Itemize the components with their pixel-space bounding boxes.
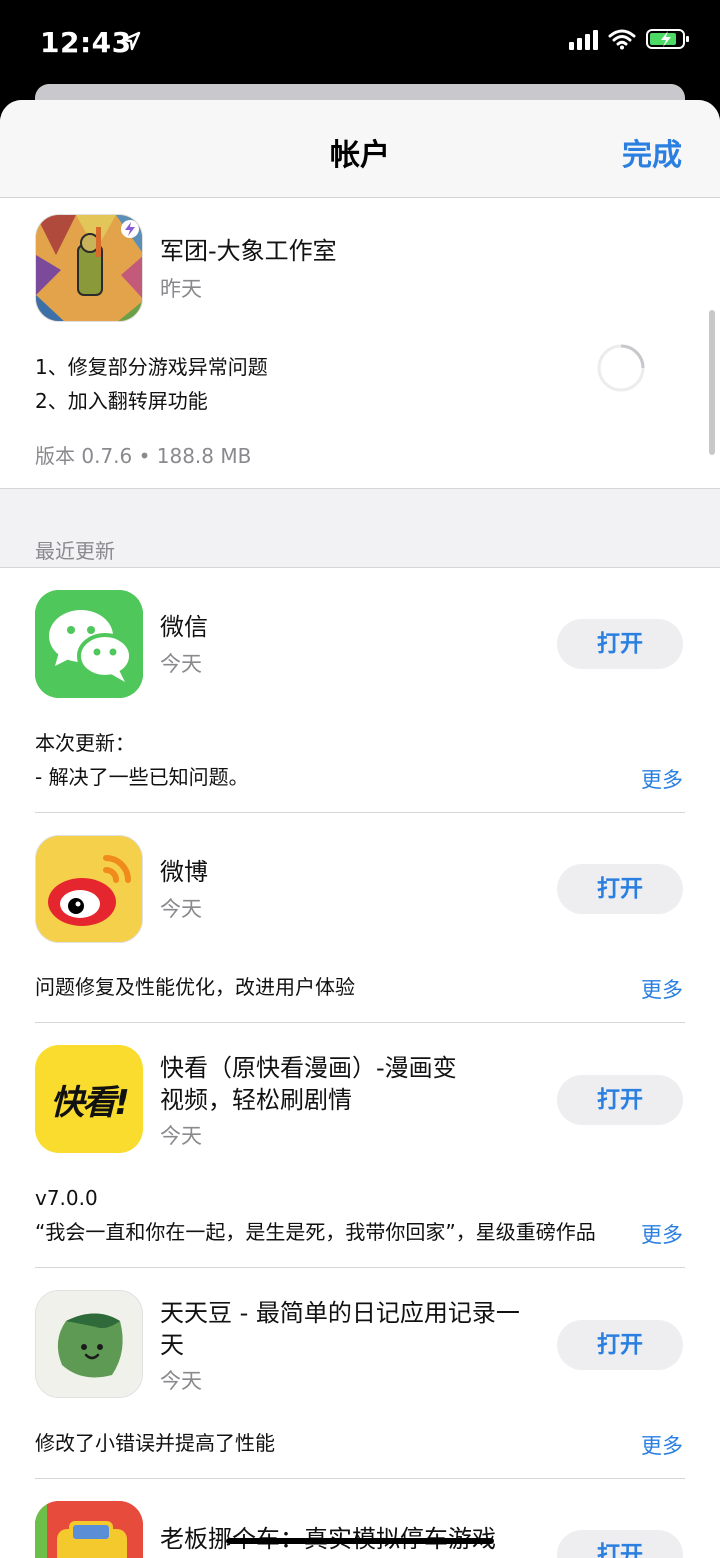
kuaikan-app-icon: 快看! [35, 1045, 143, 1153]
divider [35, 1022, 685, 1023]
section-title: 最近更新 [35, 539, 115, 563]
done-button[interactable]: 完成 [622, 130, 682, 174]
open-button[interactable]: 打开 [557, 864, 683, 914]
release-note-line: 本次更新： [35, 731, 135, 755]
open-button[interactable]: 打开 [557, 1530, 683, 1558]
app-name: 快看（原快看漫画）-漫画变 视频，轻松刷剧情 [160, 1052, 457, 1116]
version-info: 版本 0.7.6 • 188.8 MB [35, 444, 252, 468]
app-name-line: 快看（原快看漫画）-漫画变 [160, 1054, 457, 1082]
weibo-app-icon [35, 835, 143, 943]
app-date: 昨天 [160, 277, 202, 301]
release-note-line: “我会一直和你在一起，是生是死，我带你回家”，星级重磅作品 [35, 1220, 596, 1244]
release-note-line: 1、修复部分游戏异常问题 [35, 355, 268, 379]
open-button[interactable]: 打开 [557, 1075, 683, 1125]
release-note-line: 2、加入翻转屏功能 [35, 389, 208, 413]
more-link[interactable]: 更多 [641, 1430, 683, 1460]
legion-app-icon [35, 214, 143, 322]
open-button[interactable]: 打开 [557, 1320, 683, 1370]
status-bar: 12:43 [0, 0, 720, 88]
page-title: 帐户 [330, 138, 390, 173]
release-note-line: 问题修复及性能优化，改进用户体验 [35, 975, 355, 999]
more-link[interactable]: 更多 [641, 1219, 683, 1249]
app-name: 军团-大象工作室 [160, 237, 337, 265]
release-notes: 本次更新： - 解决了一些已知问题。 [35, 726, 249, 794]
divider [35, 1267, 685, 1268]
parking-game-app-icon [35, 1501, 143, 1558]
account-sheet: 帐户 完成 军团-大象工作室 昨天 1、修复部分游戏异常问题 2、加入翻转屏功能… [0, 100, 720, 1558]
release-notes: 1、修复部分游戏异常问题 2、加入翻转屏功能 [35, 350, 268, 418]
home-indicator [226, 1538, 494, 1544]
app-date: 今天 [160, 652, 202, 676]
divider [35, 812, 685, 813]
status-right [569, 28, 690, 50]
app-name: 微信 [160, 613, 208, 641]
sheet-header: 帐户 完成 [0, 100, 720, 198]
release-notes: 问题修复及性能优化，改进用户体验 [35, 970, 355, 1004]
location-arrow-icon [121, 31, 141, 51]
app-name-line: 天天豆 - 最简单的日记应用记录一 [160, 1299, 520, 1327]
status-time: 12:43 [40, 26, 132, 59]
open-button[interactable]: 打开 [557, 619, 683, 669]
cellular-signal-icon [569, 28, 598, 50]
app-name: 微博 [160, 858, 208, 886]
section-header: 最近更新 [0, 488, 720, 568]
app-date: 今天 [160, 1124, 202, 1148]
more-link[interactable]: 更多 [641, 764, 683, 794]
scroll-indicator[interactable] [709, 310, 715, 455]
wechat-app-icon [35, 590, 143, 698]
app-date: 今天 [160, 897, 202, 921]
app-name-line: 天 [160, 1331, 184, 1359]
app-date: 今天 [160, 1369, 202, 1393]
app-name: 天天豆 - 最简单的日记应用记录一 天 [160, 1297, 520, 1361]
release-note-line: 修改了小错误并提高了性能 [35, 1431, 275, 1455]
battery-charging-icon [646, 29, 689, 49]
release-note-line: - 解决了一些已知问题。 [35, 765, 249, 789]
app-name-line: 视频，轻松刷剧情 [160, 1086, 352, 1114]
release-notes: 修改了小错误并提高了性能 [35, 1426, 275, 1460]
release-notes: v7.0.0 “我会一直和你在一起，是生是死，我带你回家”，星级重磅作品 [35, 1181, 625, 1249]
release-note-line: v7.0.0 [35, 1186, 98, 1210]
tiantiandou-app-icon [35, 1290, 143, 1398]
kuaikan-logo-text: 快看! [50, 1083, 130, 1123]
wifi-icon [608, 29, 636, 50]
divider [35, 1478, 685, 1479]
more-link[interactable]: 更多 [641, 974, 683, 1004]
loading-spinner-icon [597, 344, 645, 392]
